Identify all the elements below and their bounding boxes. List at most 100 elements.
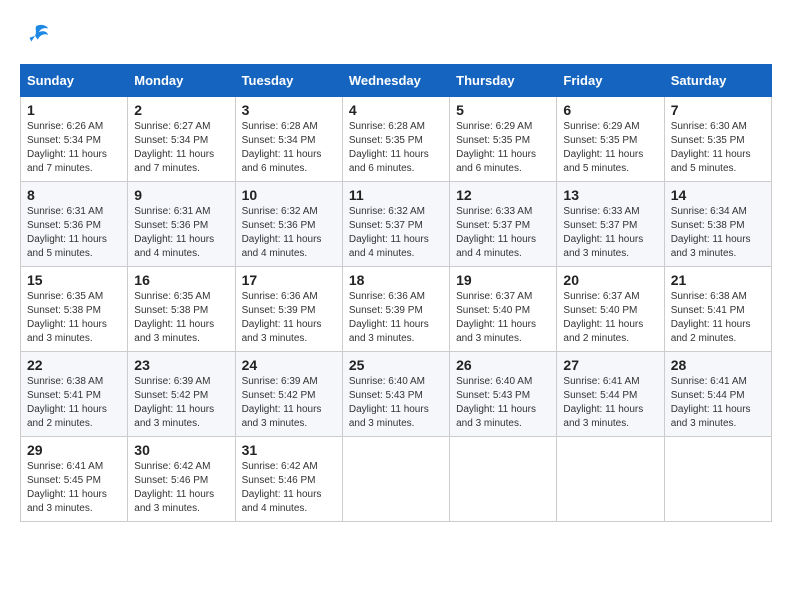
page-container: Sunday Monday Tuesday Wednesday Thursday… (20, 20, 772, 522)
sunrise-label: Sunrise: 6:33 AM (563, 206, 639, 217)
daylight-label: Daylight: 11 hours and 3 minutes. (671, 404, 751, 429)
calendar-cell: 17 Sunrise: 6:36 AM Sunset: 5:39 PM Dayl… (235, 267, 342, 352)
sunrise-label: Sunrise: 6:41 AM (563, 376, 639, 387)
sunset-label: Sunset: 5:46 PM (134, 475, 208, 486)
sunrise-label: Sunrise: 6:32 AM (349, 206, 425, 217)
day-info: Sunrise: 6:38 AM Sunset: 5:41 PM Dayligh… (27, 375, 121, 431)
day-number: 16 (134, 272, 228, 288)
calendar-cell: 2 Sunrise: 6:27 AM Sunset: 5:34 PM Dayli… (128, 97, 235, 182)
calendar-week-row: 22 Sunrise: 6:38 AM Sunset: 5:41 PM Dayl… (21, 352, 772, 437)
calendar-cell: 29 Sunrise: 6:41 AM Sunset: 5:45 PM Dayl… (21, 437, 128, 522)
day-number: 27 (563, 357, 657, 373)
day-number: 17 (242, 272, 336, 288)
sunset-label: Sunset: 5:35 PM (671, 135, 745, 146)
daylight-label: Daylight: 11 hours and 3 minutes. (134, 489, 214, 514)
day-info: Sunrise: 6:36 AM Sunset: 5:39 PM Dayligh… (349, 290, 443, 346)
sunset-label: Sunset: 5:46 PM (242, 475, 316, 486)
calendar-cell: 15 Sunrise: 6:35 AM Sunset: 5:38 PM Dayl… (21, 267, 128, 352)
day-number: 30 (134, 442, 228, 458)
sunset-label: Sunset: 5:37 PM (563, 220, 637, 231)
day-number: 7 (671, 102, 765, 118)
sunset-label: Sunset: 5:37 PM (349, 220, 423, 231)
sunset-label: Sunset: 5:39 PM (242, 305, 316, 316)
sunset-label: Sunset: 5:37 PM (456, 220, 530, 231)
sunrise-label: Sunrise: 6:26 AM (27, 121, 103, 132)
sunrise-label: Sunrise: 6:33 AM (456, 206, 532, 217)
sunset-label: Sunset: 5:42 PM (242, 390, 316, 401)
sunrise-label: Sunrise: 6:40 AM (456, 376, 532, 387)
calendar-week-row: 8 Sunrise: 6:31 AM Sunset: 5:36 PM Dayli… (21, 182, 772, 267)
day-info: Sunrise: 6:40 AM Sunset: 5:43 PM Dayligh… (456, 375, 550, 431)
day-info: Sunrise: 6:28 AM Sunset: 5:35 PM Dayligh… (349, 120, 443, 176)
daylight-label: Daylight: 11 hours and 3 minutes. (563, 234, 643, 259)
calendar-table: Sunday Monday Tuesday Wednesday Thursday… (20, 64, 772, 522)
header (20, 20, 772, 48)
calendar-cell (557, 437, 664, 522)
calendar-cell: 13 Sunrise: 6:33 AM Sunset: 5:37 PM Dayl… (557, 182, 664, 267)
col-wednesday: Wednesday (342, 65, 449, 97)
day-number: 24 (242, 357, 336, 373)
day-info: Sunrise: 6:29 AM Sunset: 5:35 PM Dayligh… (563, 120, 657, 176)
day-info: Sunrise: 6:37 AM Sunset: 5:40 PM Dayligh… (456, 290, 550, 346)
calendar-cell: 21 Sunrise: 6:38 AM Sunset: 5:41 PM Dayl… (664, 267, 771, 352)
calendar-cell: 20 Sunrise: 6:37 AM Sunset: 5:40 PM Dayl… (557, 267, 664, 352)
sunset-label: Sunset: 5:40 PM (456, 305, 530, 316)
sunset-label: Sunset: 5:41 PM (27, 390, 101, 401)
calendar-week-row: 29 Sunrise: 6:41 AM Sunset: 5:45 PM Dayl… (21, 437, 772, 522)
calendar-cell: 6 Sunrise: 6:29 AM Sunset: 5:35 PM Dayli… (557, 97, 664, 182)
sunset-label: Sunset: 5:34 PM (242, 135, 316, 146)
day-info: Sunrise: 6:35 AM Sunset: 5:38 PM Dayligh… (134, 290, 228, 346)
daylight-label: Daylight: 11 hours and 4 minutes. (456, 234, 536, 259)
day-number: 13 (563, 187, 657, 203)
daylight-label: Daylight: 11 hours and 6 minutes. (349, 149, 429, 174)
calendar-cell: 1 Sunrise: 6:26 AM Sunset: 5:34 PM Dayli… (21, 97, 128, 182)
day-number: 22 (27, 357, 121, 373)
day-info: Sunrise: 6:39 AM Sunset: 5:42 PM Dayligh… (134, 375, 228, 431)
sunrise-label: Sunrise: 6:36 AM (349, 291, 425, 302)
day-number: 5 (456, 102, 550, 118)
daylight-label: Daylight: 11 hours and 7 minutes. (27, 149, 107, 174)
day-number: 15 (27, 272, 121, 288)
day-info: Sunrise: 6:34 AM Sunset: 5:38 PM Dayligh… (671, 205, 765, 261)
daylight-label: Daylight: 11 hours and 3 minutes. (563, 404, 643, 429)
day-number: 21 (671, 272, 765, 288)
daylight-label: Daylight: 11 hours and 2 minutes. (27, 404, 107, 429)
day-info: Sunrise: 6:33 AM Sunset: 5:37 PM Dayligh… (563, 205, 657, 261)
day-info: Sunrise: 6:29 AM Sunset: 5:35 PM Dayligh… (456, 120, 550, 176)
logo (20, 20, 50, 48)
col-sunday: Sunday (21, 65, 128, 97)
calendar-cell: 22 Sunrise: 6:38 AM Sunset: 5:41 PM Dayl… (21, 352, 128, 437)
calendar-cell: 28 Sunrise: 6:41 AM Sunset: 5:44 PM Dayl… (664, 352, 771, 437)
daylight-label: Daylight: 11 hours and 3 minutes. (27, 489, 107, 514)
day-info: Sunrise: 6:32 AM Sunset: 5:36 PM Dayligh… (242, 205, 336, 261)
day-number: 9 (134, 187, 228, 203)
calendar-cell: 26 Sunrise: 6:40 AM Sunset: 5:43 PM Dayl… (450, 352, 557, 437)
sunrise-label: Sunrise: 6:27 AM (134, 121, 210, 132)
sunset-label: Sunset: 5:38 PM (134, 305, 208, 316)
sunset-label: Sunset: 5:43 PM (456, 390, 530, 401)
calendar-cell: 25 Sunrise: 6:40 AM Sunset: 5:43 PM Dayl… (342, 352, 449, 437)
day-info: Sunrise: 6:36 AM Sunset: 5:39 PM Dayligh… (242, 290, 336, 346)
day-info: Sunrise: 6:41 AM Sunset: 5:44 PM Dayligh… (563, 375, 657, 431)
sunrise-label: Sunrise: 6:28 AM (242, 121, 318, 132)
daylight-label: Daylight: 11 hours and 3 minutes. (134, 404, 214, 429)
daylight-label: Daylight: 11 hours and 3 minutes. (456, 404, 536, 429)
calendar-cell: 10 Sunrise: 6:32 AM Sunset: 5:36 PM Dayl… (235, 182, 342, 267)
day-info: Sunrise: 6:28 AM Sunset: 5:34 PM Dayligh… (242, 120, 336, 176)
col-thursday: Thursday (450, 65, 557, 97)
calendar-cell: 14 Sunrise: 6:34 AM Sunset: 5:38 PM Dayl… (664, 182, 771, 267)
sunrise-label: Sunrise: 6:31 AM (27, 206, 103, 217)
calendar-cell: 9 Sunrise: 6:31 AM Sunset: 5:36 PM Dayli… (128, 182, 235, 267)
day-number: 6 (563, 102, 657, 118)
calendar-cell (664, 437, 771, 522)
daylight-label: Daylight: 11 hours and 2 minutes. (671, 319, 751, 344)
calendar-cell: 27 Sunrise: 6:41 AM Sunset: 5:44 PM Dayl… (557, 352, 664, 437)
day-number: 20 (563, 272, 657, 288)
day-number: 23 (134, 357, 228, 373)
sunset-label: Sunset: 5:43 PM (349, 390, 423, 401)
day-number: 31 (242, 442, 336, 458)
calendar-cell: 24 Sunrise: 6:39 AM Sunset: 5:42 PM Dayl… (235, 352, 342, 437)
day-number: 11 (349, 187, 443, 203)
daylight-label: Daylight: 11 hours and 6 minutes. (242, 149, 322, 174)
calendar-cell: 11 Sunrise: 6:32 AM Sunset: 5:37 PM Dayl… (342, 182, 449, 267)
